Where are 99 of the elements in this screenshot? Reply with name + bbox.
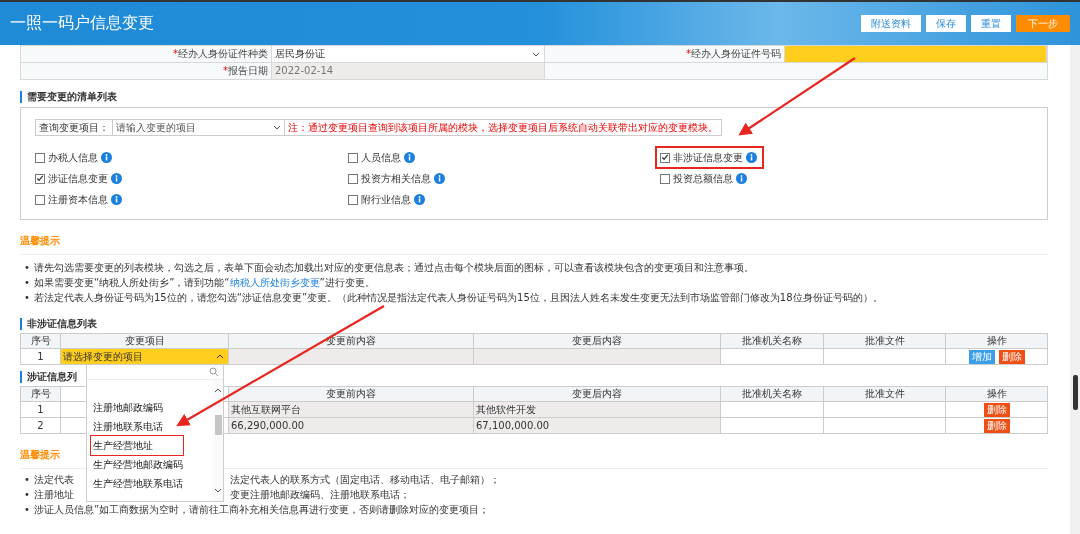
column-header: 操作 [946, 387, 1048, 402]
dropdown-option[interactable]: 注册地联系电话 [91, 417, 163, 436]
chevron-down-icon [273, 125, 281, 130]
info-icon[interactable] [414, 194, 425, 205]
table-cell: 其他软件开发 [474, 402, 721, 418]
info-icon[interactable] [111, 194, 122, 205]
tip-text: 变更注册地邮政编码、注册地联系电话； [230, 488, 410, 502]
input-field[interactable] [785, 46, 1047, 62]
tip-text: 注册地址 [34, 488, 74, 502]
header-button[interactable]: 重置 [971, 15, 1011, 32]
dropdown-option[interactable]: 生产经营地联系电话 [91, 474, 183, 493]
select-field[interactable]: 居民身份证 [272, 46, 545, 62]
checkbox[interactable] [348, 152, 358, 163]
section-title: 非涉证信息列表 [20, 318, 97, 330]
tip-link[interactable]: 纳税人所处街乡变更 [229, 277, 320, 288]
tip-text: 请先勾选需要变更的列表模块，勾选之后，表单下面会动态加载出对应的变更信息表；通过点击每个模块后面的图标，可以查看该模块包含的变更项目和注意事项。 [34, 261, 754, 275]
section-title: 需要变更的清单列表 [20, 91, 117, 103]
column-header: 批准文件 [824, 334, 946, 349]
search-field[interactable] [87, 365, 223, 380]
scrollbar[interactable] [213, 380, 223, 501]
tip-text: 法定代表人的联系方式（固定电话、移动电话、电子邮箱）； [230, 473, 500, 487]
required-mark: * [223, 65, 228, 76]
column-header: 序号 [21, 334, 61, 349]
table-cell: 2 [21, 418, 61, 434]
section-title: 涉证信息列 [20, 371, 77, 383]
dropdown-option[interactable]: 生产经营地邮政编码 [91, 455, 183, 474]
info-icon[interactable] [111, 173, 122, 184]
info-icon[interactable] [736, 173, 747, 184]
column-header: 操作 [946, 334, 1048, 349]
checkbox-label: 注册资本信息 [48, 192, 108, 207]
bullet: • [23, 291, 31, 305]
search-icon [209, 367, 219, 377]
checkbox-label: 办税人信息 [48, 150, 98, 165]
header-button[interactable]: 附送资料 [861, 15, 921, 32]
scrollbar[interactable] [1070, 45, 1080, 534]
column-header: 批准机关名称 [721, 387, 824, 402]
column-header: 变更后内容 [474, 387, 721, 402]
checkbox[interactable] [35, 152, 45, 163]
chevron-down-icon[interactable] [214, 488, 222, 493]
checkbox-label: 非涉证信息变更 [673, 150, 743, 165]
checkbox[interactable] [35, 194, 45, 205]
bullet: • [23, 276, 31, 290]
required-mark: * [686, 48, 691, 59]
checkbox-label: 附行业信息 [361, 192, 411, 207]
delete-button[interactable]: 删除 [983, 418, 1010, 433]
query-note: 注：通过变更项目查询到该项目所属的模块，选择变更项目后系统自动关联带出对应的变更模块。 [287, 121, 719, 135]
page-title: 一照一码户信息变更 [10, 13, 154, 34]
field-label: 报告日期 [228, 65, 268, 76]
checkbox[interactable] [660, 152, 670, 163]
chevron-up-icon [216, 354, 224, 359]
add-button[interactable]: 增加 [968, 349, 995, 364]
bullet: • [23, 473, 31, 487]
checkbox[interactable] [660, 173, 670, 184]
delete-button[interactable]: 删除 [998, 349, 1025, 364]
header-button[interactable]: 下一步 [1016, 15, 1070, 32]
bullet: • [23, 488, 31, 502]
dropdown-option[interactable]: 生产经营地址 [91, 436, 183, 455]
item-select[interactable]: 请选择变更的项目 [61, 349, 229, 365]
date-field: 2022-02-14 [272, 63, 545, 79]
column-header: 变更项目 [61, 334, 229, 349]
checkbox-label: 投资总额信息 [673, 171, 733, 186]
required-mark: * [173, 48, 178, 59]
info-icon[interactable] [746, 152, 757, 163]
table-cell: 1 [21, 402, 61, 418]
table-cell: 66,290,000.00 [229, 418, 474, 434]
chevron-down-icon [532, 51, 540, 57]
info-icon[interactable] [101, 152, 112, 163]
field-label: 经办人身份证件号码 [691, 48, 781, 59]
query-select[interactable]: 请输入变更的项目 [113, 120, 285, 135]
info-icon[interactable] [434, 173, 445, 184]
checkbox[interactable] [348, 173, 358, 184]
chevron-up-icon[interactable] [214, 388, 222, 393]
tip-text: 如果需要变更“纳税人所处街乡”，请到功能“纳税人所处街乡变更”进行变更。 [34, 276, 375, 290]
header-button[interactable]: 保存 [926, 15, 966, 32]
scrollbar-thumb[interactable] [214, 415, 222, 435]
table-cell: 其他互联网平台 [229, 402, 474, 418]
dropdown-option[interactable]: 注册地邮政编码 [91, 398, 163, 417]
checkbox-label: 投资方相关信息 [361, 171, 431, 186]
column-header: 批准机关名称 [721, 334, 824, 349]
field-label: 经办人身份证件种类 [178, 48, 268, 59]
checkbox[interactable] [35, 173, 45, 184]
checkbox-label: 涉证信息变更 [48, 171, 108, 186]
bullet: • [23, 261, 31, 275]
bullet: • [23, 503, 31, 517]
column-header: 批准文件 [824, 387, 946, 402]
tips-title: 温馨提示 [20, 234, 61, 248]
column-header: 变更后内容 [474, 334, 721, 349]
query-label: 查询变更项目： [36, 120, 113, 135]
checkbox-label: 人员信息 [361, 150, 401, 165]
tip-text: 若法定代表人身份证号码为15位的，请您勾选“涉证信息变更”变更。（此种情况是指法定代表人身份证号码为15位，且因法人姓名未发生变更无法到市场监管部门修改为18位身份证号码的）。 [34, 291, 883, 305]
tip-text: 法定代表 [34, 473, 74, 487]
info-icon[interactable] [404, 152, 415, 163]
tips-title: 温馨提示 [20, 448, 61, 462]
tip-text: 涉证人员信息”如工商数据为空时，请前往工商补充相关信息再进行变更，否则请删除对应的变更项目； [34, 503, 490, 517]
checkbox[interactable] [348, 194, 358, 205]
delete-button[interactable]: 删除 [983, 402, 1010, 417]
column-header: 变更前内容 [229, 387, 474, 402]
column-header: 序号 [21, 387, 61, 402]
table-cell: 67,100,000.00 [474, 418, 721, 434]
